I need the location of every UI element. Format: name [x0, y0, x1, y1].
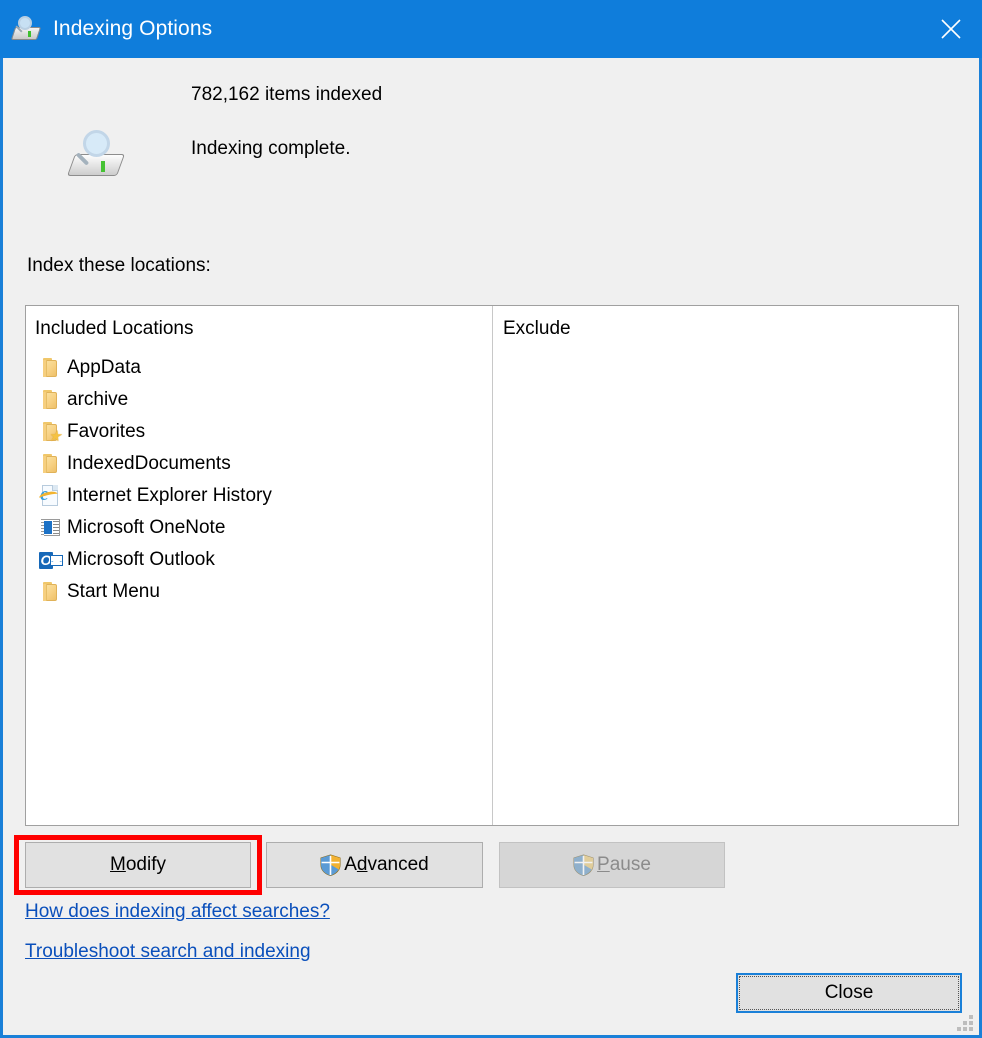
pause-button-accel: P — [597, 854, 610, 875]
close-icon[interactable] — [920, 0, 982, 58]
list-item[interactable]: IndexedDocuments — [26, 448, 492, 480]
list-item[interactable]: archive — [26, 384, 492, 416]
list-item[interactable]: Start Menu — [26, 576, 492, 608]
column-divider — [492, 306, 493, 825]
advanced-button[interactable]: Ad vanced — [266, 842, 483, 888]
list-item[interactable]: Microsoft OneNote — [26, 512, 492, 544]
onenote-icon — [37, 516, 63, 540]
uac-shield-icon — [573, 854, 594, 876]
close-button[interactable]: Close — [736, 973, 962, 1013]
title-bar: Indexing Options — [0, 0, 982, 58]
link-troubleshoot-search-indexing[interactable]: Troubleshoot search and indexing — [25, 941, 311, 963]
items-indexed-count: 782,162 items indexed — [191, 84, 383, 105]
indexing-options-window: Indexing Options 782,162 items indexed I… — [0, 0, 982, 1038]
list-item-label: IndexedDocuments — [67, 453, 231, 474]
modify-button-label: odify — [125, 854, 166, 875]
internet-explorer-icon: e — [37, 484, 63, 508]
list-item-label: Favorites — [67, 421, 146, 442]
list-item-label: AppData — [67, 357, 141, 378]
advanced-button-label: vanced — [367, 854, 429, 875]
list-item-label: Start Menu — [67, 581, 160, 602]
list-item[interactable]: ★ Favorites — [26, 416, 492, 448]
folder-icon — [37, 356, 63, 380]
list-item-label: Internet Explorer History — [67, 485, 272, 506]
index-locations-label: Index these locations: — [27, 255, 211, 276]
pause-button-label: ause — [609, 854, 651, 875]
indexing-drive-search-icon — [10, 15, 42, 43]
list-item-label: Microsoft Outlook — [67, 549, 215, 570]
indexed-locations-listbox[interactable]: Included Locations Exclude AppData archi… — [25, 305, 959, 826]
status-area: 782,162 items indexed Indexing complete. — [3, 58, 979, 243]
advanced-button-accel: d — [356, 854, 368, 875]
list-item-label: Microsoft OneNote — [67, 517, 226, 538]
close-button-label: Close — [824, 982, 874, 1003]
list-item[interactable]: e Internet Explorer History — [26, 480, 492, 512]
indexing-state-text: Indexing complete. — [191, 138, 351, 159]
column-header-included-locations: Included Locations — [35, 318, 194, 339]
pause-button[interactable]: Pause — [499, 842, 725, 888]
modify-button[interactable]: Modify — [25, 842, 251, 888]
list-item[interactable]: AppData — [26, 352, 492, 384]
list-item-label: archive — [67, 389, 129, 410]
resize-grip-icon[interactable] — [957, 1015, 973, 1031]
window-title: Indexing Options — [53, 17, 213, 40]
outlook-icon: O — [37, 548, 63, 572]
folder-icon — [37, 580, 63, 604]
link-how-indexing-affects-searches[interactable]: How does indexing affect searches? — [25, 901, 330, 923]
uac-shield-icon — [320, 854, 341, 876]
folder-icon — [37, 388, 63, 412]
modify-button-accel: M — [110, 854, 126, 875]
folder-favorites-icon: ★ — [37, 420, 63, 444]
indexing-status-icon — [66, 130, 127, 182]
advanced-button-label-pre: A — [344, 854, 357, 875]
column-header-exclude: Exclude — [503, 318, 571, 339]
location-list: AppData archive ★ Favorites IndexedDocum… — [26, 352, 492, 608]
list-item[interactable]: O Microsoft Outlook — [26, 544, 492, 576]
folder-icon — [37, 452, 63, 476]
